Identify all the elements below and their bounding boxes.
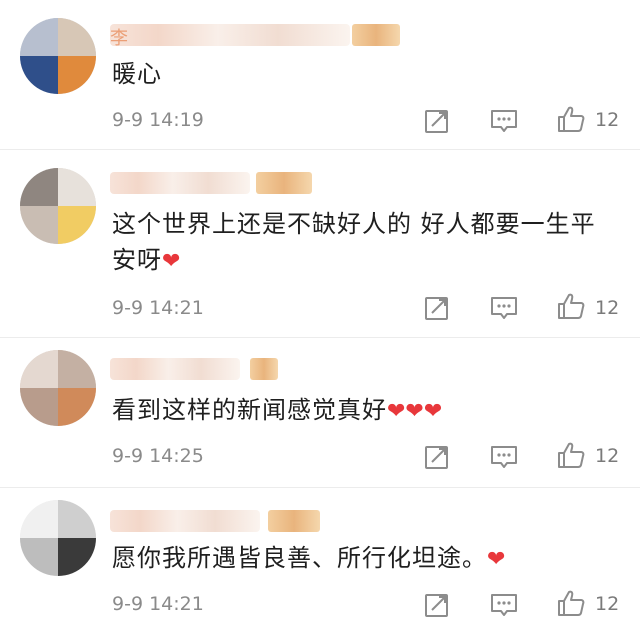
avatar[interactable] — [20, 168, 96, 244]
comment-item: 李 暖心 9-9 14:19 12 — [0, 0, 640, 150]
user-badge — [250, 358, 278, 380]
comment-icon[interactable] — [489, 293, 519, 323]
username[interactable]: 李 — [110, 24, 350, 49]
repost-icon[interactable] — [422, 106, 452, 136]
like-count: 12 — [595, 109, 620, 131]
username[interactable] — [110, 510, 260, 532]
comment-item: 看到这样的新闻感觉真好❤❤❤ 9-9 14:25 12 — [0, 338, 640, 488]
comment-text: 愿你我所遇皆良善、所行化坦途。❤ — [112, 544, 506, 572]
like-count: 12 — [595, 297, 620, 319]
like-count: 12 — [595, 593, 620, 615]
comment-time: 9-9 14:21 — [112, 297, 204, 319]
thumbs-up-icon[interactable] — [556, 291, 586, 321]
comment-feed: 李 暖心 9-9 14:19 12 这个世界上还是不缺好人的 好人都要一生平安呀… — [0, 0, 640, 635]
comment-text: 暖心 — [112, 60, 162, 88]
avatar[interactable] — [20, 18, 96, 94]
comment-time: 9-9 14:25 — [112, 445, 204, 467]
comment-icon[interactable] — [489, 590, 519, 620]
comment-time: 9-9 14:19 — [112, 109, 204, 131]
comment-text: 看到这样的新闻感觉真好❤❤❤ — [112, 396, 443, 424]
comment-icon[interactable] — [489, 442, 519, 472]
user-badge — [256, 172, 312, 194]
comment-text: 这个世界上还是不缺好人的 好人都要一生平安呀❤ — [112, 210, 596, 274]
user-badge — [268, 510, 320, 532]
comment-icon[interactable] — [489, 106, 519, 136]
username-first-char: 李 — [110, 28, 128, 49]
username[interactable] — [110, 172, 250, 194]
username[interactable] — [110, 358, 240, 380]
comment-item: 愿你我所遇皆良善、所行化坦途。❤ 9-9 14:21 12 — [0, 488, 640, 635]
comment-time: 9-9 14:21 — [112, 593, 204, 615]
repost-icon[interactable] — [422, 442, 452, 472]
comment-item: 这个世界上还是不缺好人的 好人都要一生平安呀❤ 9-9 14:21 12 — [0, 150, 640, 338]
avatar[interactable] — [20, 350, 96, 426]
repost-icon[interactable] — [422, 293, 452, 323]
like-count: 12 — [595, 445, 620, 467]
thumbs-up-icon[interactable] — [556, 104, 586, 134]
thumbs-up-icon[interactable] — [556, 440, 586, 470]
thumbs-up-icon[interactable] — [556, 588, 586, 618]
user-badge — [352, 24, 400, 46]
repost-icon[interactable] — [422, 590, 452, 620]
avatar[interactable] — [20, 500, 96, 576]
